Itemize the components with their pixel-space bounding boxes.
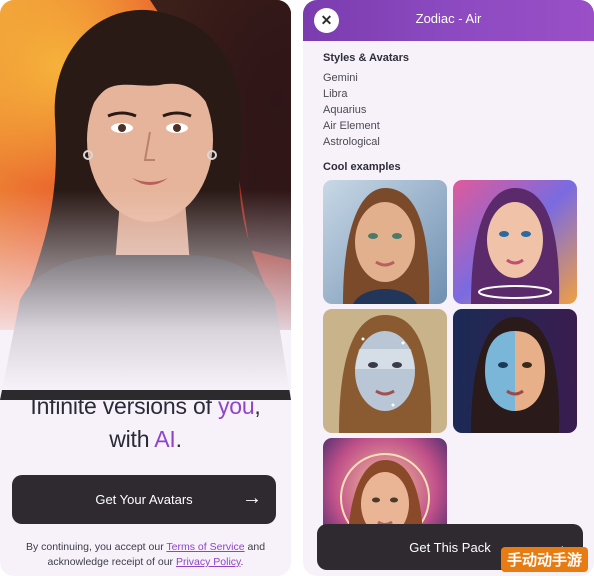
header-bar: ✕ Zodiac - Air bbox=[303, 0, 594, 41]
headline-accent-you: you bbox=[217, 393, 255, 419]
example-avatar-2[interactable] bbox=[453, 180, 577, 304]
arrow-right-icon: → bbox=[242, 487, 262, 509]
headline: Infinite versions of you, with AI. bbox=[30, 393, 261, 452]
watermark-logo: 手动动手游 bbox=[500, 547, 588, 572]
pack-button-label: Get This Pack bbox=[409, 539, 491, 555]
style-item: Libra bbox=[323, 88, 348, 100]
style-item: Gemini bbox=[323, 72, 358, 84]
get-your-avatars-button[interactable]: Get Your Avatars → bbox=[12, 475, 276, 524]
cta-label: Get Your Avatars bbox=[95, 492, 193, 507]
example-avatar-1[interactable] bbox=[323, 180, 447, 304]
legal-text: By continuing, you accept our Terms of S… bbox=[25, 541, 266, 568]
examples-heading: Cool examples bbox=[323, 161, 401, 173]
headline-accent-ai: AI bbox=[154, 426, 176, 452]
example-avatar-4[interactable] bbox=[453, 309, 577, 433]
onboarding-screen: Infinite versions of you, with AI. Get Y… bbox=[0, 0, 291, 576]
pack-detail-screen: ✕ Zodiac - Air Styles & Avatars Gemini L… bbox=[303, 0, 594, 576]
terms-of-service-link[interactable]: Terms of Service bbox=[166, 541, 244, 553]
style-item: Air Element bbox=[323, 120, 380, 132]
hero-fade-overlay bbox=[0, 190, 291, 390]
example-avatar-3[interactable] bbox=[323, 309, 447, 433]
page-title: Zodiac - Air bbox=[415, 11, 482, 26]
styles-list: Gemini Libra Aquarius Air Element Astrol… bbox=[323, 70, 380, 150]
style-item: Aquarius bbox=[323, 104, 367, 116]
styles-heading: Styles & Avatars bbox=[323, 52, 410, 64]
privacy-policy-link[interactable]: Privacy Policy bbox=[176, 556, 241, 568]
style-item: Astrological bbox=[323, 136, 380, 148]
